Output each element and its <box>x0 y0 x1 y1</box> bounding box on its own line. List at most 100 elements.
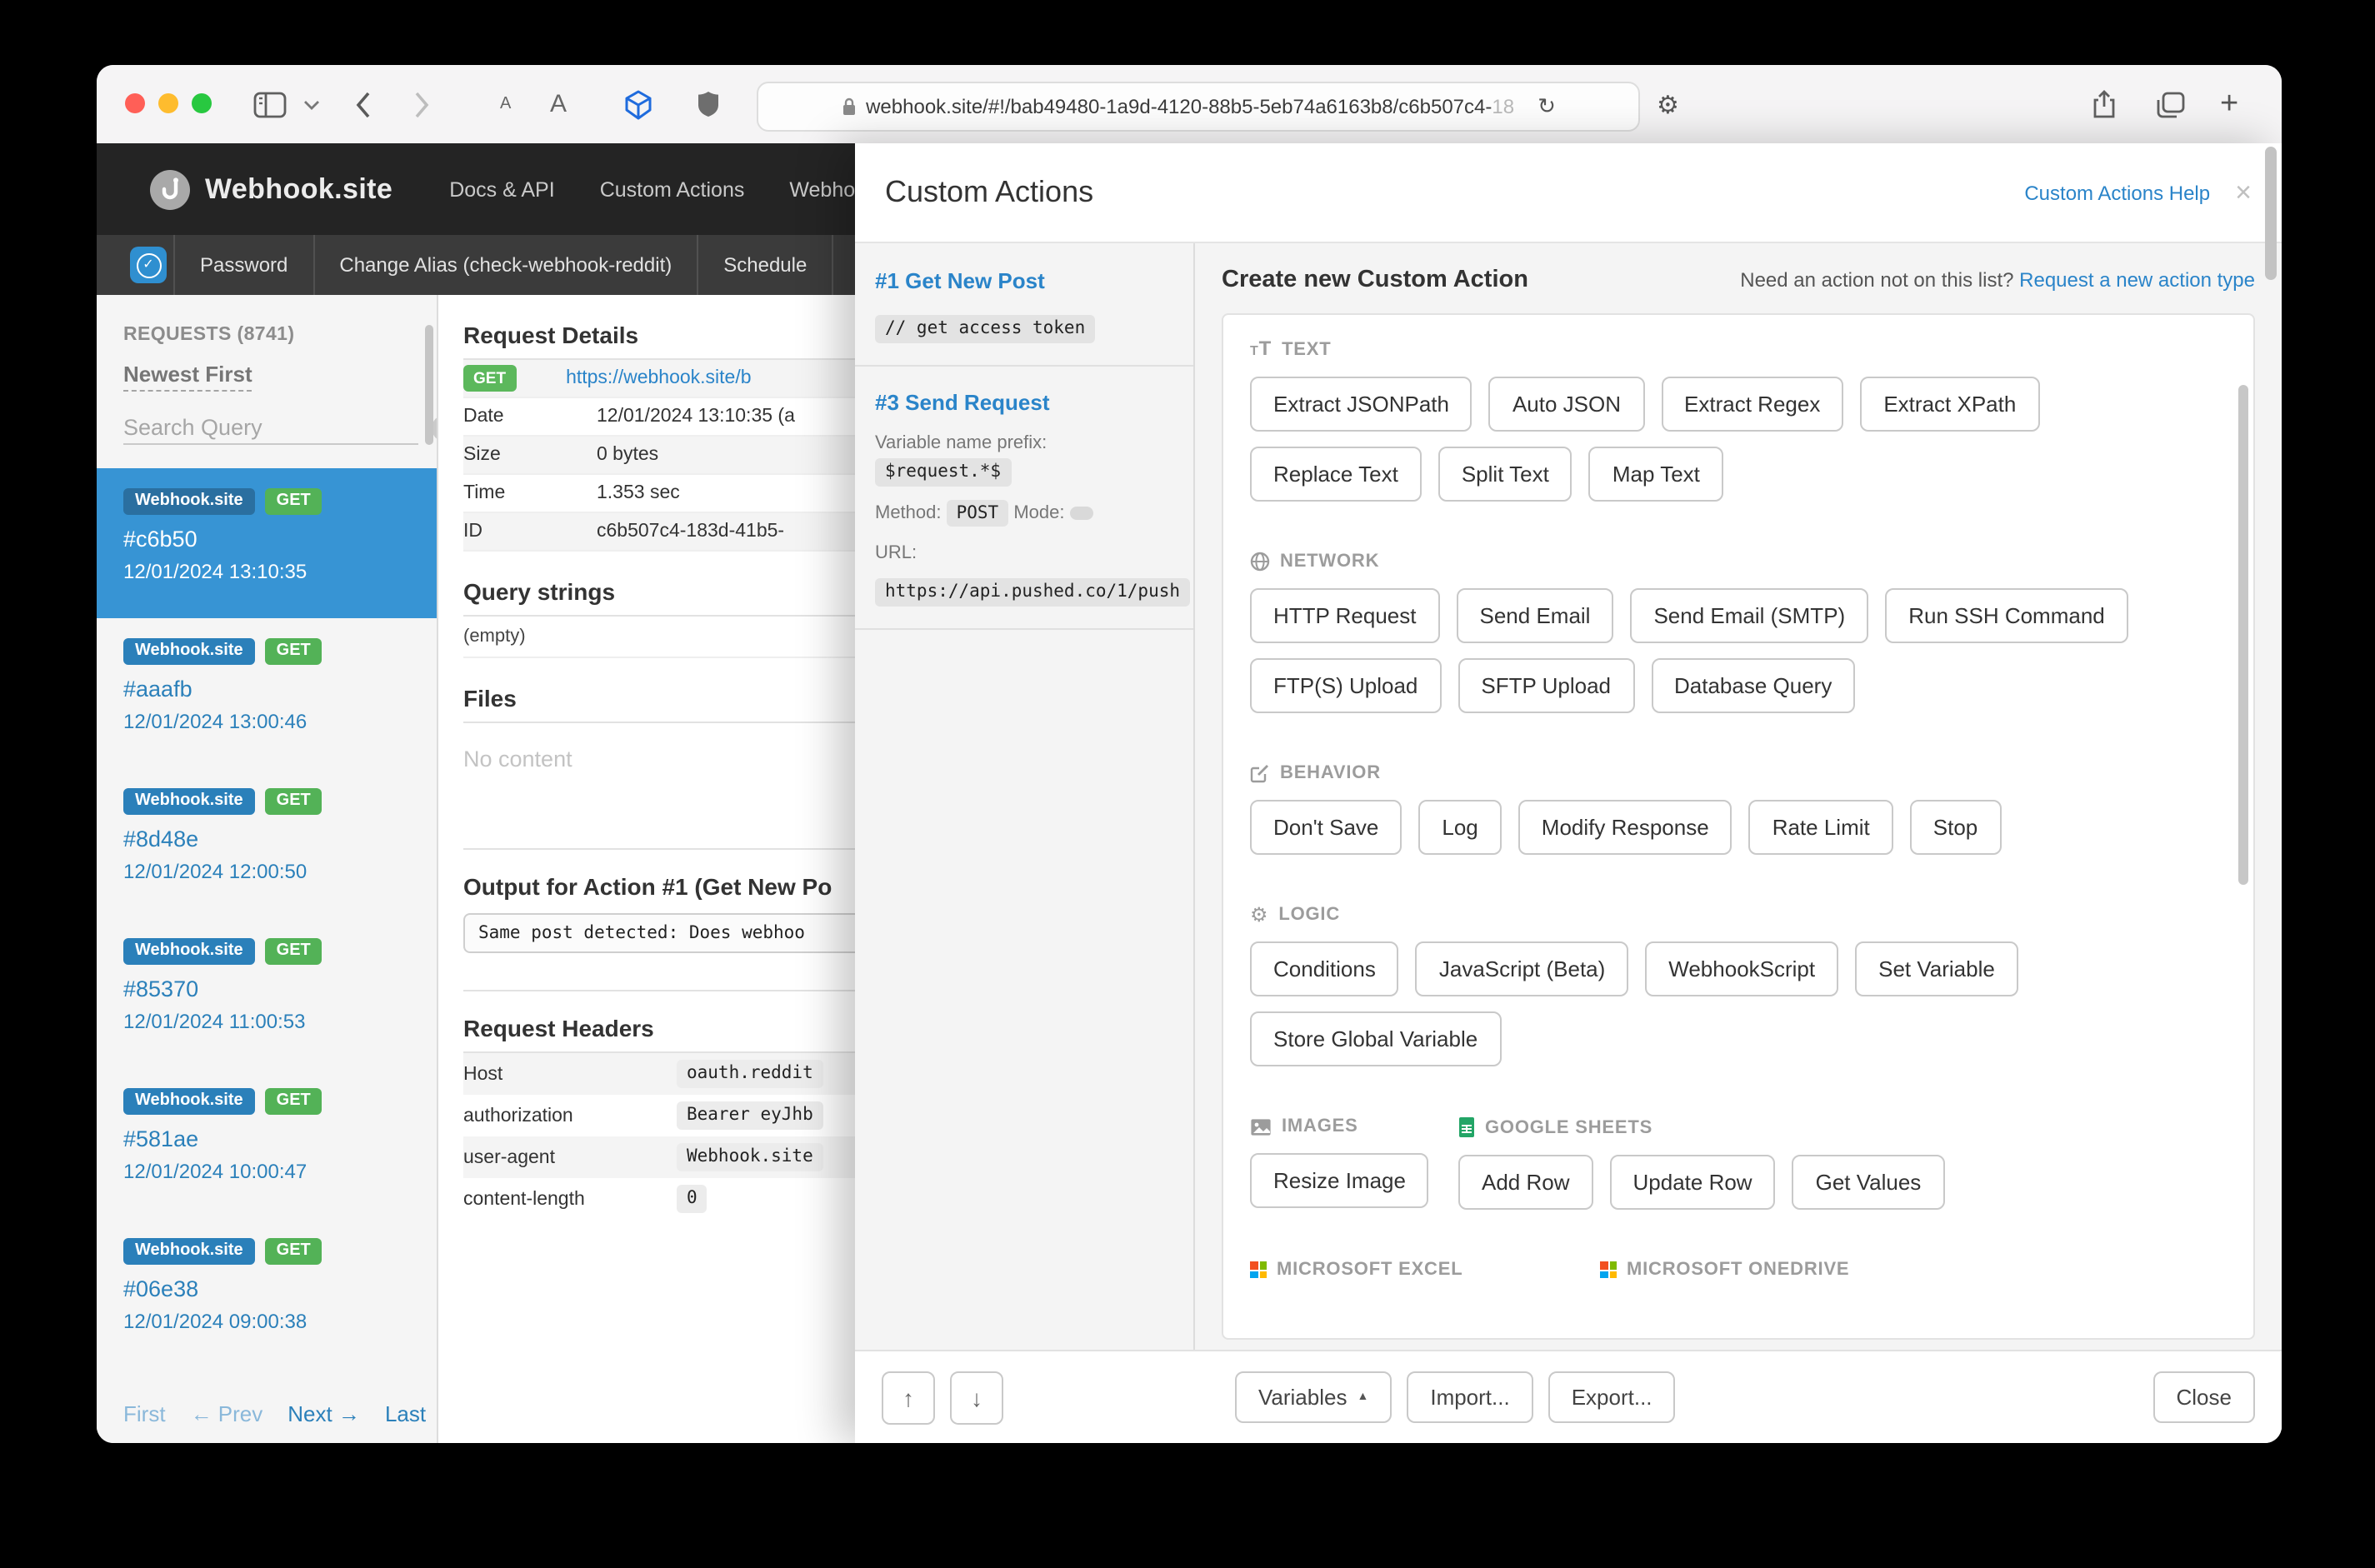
action-1-link[interactable]: #1 Get New Post <box>875 268 1045 293</box>
close-icon[interactable]: × <box>2235 178 2252 207</box>
move-up-button[interactable]: ↑ <box>882 1371 935 1424</box>
action-type-webhookscript[interactable]: WebhookScript <box>1645 941 1839 996</box>
new-tab-button[interactable]: + <box>2220 65 2238 143</box>
action-type-ftp-s-upload[interactable]: FTP(S) Upload <box>1250 658 1442 713</box>
action-type-run-ssh-command[interactable]: Run SSH Command <box>1885 588 2128 643</box>
request-id-link[interactable]: #8d48e <box>123 826 410 851</box>
pagination-first[interactable]: First <box>123 1401 166 1426</box>
action-type-log[interactable]: Log <box>1418 800 1502 855</box>
action-type-auto-json[interactable]: Auto JSON <box>1488 377 1645 432</box>
action-type-stop[interactable]: Stop <box>1909 800 2002 855</box>
share-icon[interactable] <box>2092 65 2117 143</box>
request-id-link[interactable]: #581ae <box>123 1126 410 1151</box>
action-type-http-request[interactable]: HTTP Request <box>1250 588 1440 643</box>
action-type-set-variable[interactable]: Set Variable <box>1855 941 2018 996</box>
search-input[interactable] <box>123 412 418 445</box>
back-button[interactable] <box>355 65 372 143</box>
action-type-add-row[interactable]: Add Row <box>1458 1155 1593 1210</box>
action-type-resize-image[interactable]: Resize Image <box>1250 1153 1429 1208</box>
export-button[interactable]: Export... <box>1548 1371 1676 1423</box>
request-list-item[interactable]: Webhook.site GET #aaafb 12/01/2024 13:00… <box>97 618 437 768</box>
globe-icon <box>1250 552 1270 572</box>
request-list-item[interactable]: Webhook.site GET #c6b50 12/01/2024 13:10… <box>97 468 437 618</box>
request-url-link[interactable]: https://webhook.site/b <box>566 368 857 388</box>
request-action-type-link[interactable]: Request a new action type <box>2019 268 2255 292</box>
chevron-down-icon[interactable] <box>303 65 320 143</box>
sort-dropdown[interactable]: Newest First <box>123 362 252 392</box>
action-3-link[interactable]: #3 Send Request <box>875 389 1050 414</box>
request-list-item[interactable]: Webhook.site GET #8d48e 12/01/2024 12:00… <box>97 768 437 918</box>
close-window-button[interactable] <box>125 93 145 113</box>
settings-gear-icon[interactable]: ⚙ <box>1657 65 1679 143</box>
action-type-get-values[interactable]: Get Values <box>1792 1155 1945 1210</box>
custom-actions-help-link[interactable]: Custom Actions Help <box>2024 181 2210 204</box>
action-type-javascript-beta[interactable]: JavaScript (Beta) <box>1415 941 1629 996</box>
request-timestamp: 12/01/2024 11:00:53 <box>123 1010 306 1033</box>
import-button[interactable]: Import... <box>1407 1371 1533 1423</box>
action-type-database-query[interactable]: Database Query <box>1651 658 1856 713</box>
action-type-send-email[interactable]: Send Email <box>1456 588 1614 643</box>
subnav-item-change-alias-check-webhook-reddit[interactable]: Change Alias (check-webhook-reddit) <box>314 253 697 277</box>
action-type-send-email-smtp[interactable]: Send Email (SMTP) <box>1630 588 1869 643</box>
request-id-link[interactable]: #aaafb <box>123 677 410 702</box>
action-type-extract-xpath[interactable]: Extract XPath <box>1860 377 2040 432</box>
brand[interactable]: Webhook.site <box>150 169 392 209</box>
pagination-next[interactable]: Next → <box>288 1401 360 1426</box>
request-list-item[interactable]: Webhook.site GET #06e38 12/01/2024 09:00… <box>97 1218 437 1368</box>
source-badge: Webhook.site <box>123 788 255 815</box>
request-id-link[interactable]: #85370 <box>123 976 410 1001</box>
sidebar-toggle-icon[interactable] <box>253 65 287 143</box>
forward-button[interactable] <box>413 65 430 143</box>
section-label-excel: MICROSOFT EXCEL <box>1250 1260 1600 1280</box>
tab-overview-icon[interactable] <box>2157 65 2185 143</box>
card-scrollbar[interactable] <box>2238 385 2248 885</box>
move-down-button[interactable]: ↓ <box>950 1371 1003 1424</box>
shield-icon[interactable] <box>697 65 720 143</box>
page-scrollbar[interactable] <box>2265 147 2277 280</box>
section-images: IMAGES Resize Image <box>1250 1116 1458 1210</box>
close-button[interactable]: Close <box>2152 1371 2255 1423</box>
sidebar-scrollbar[interactable] <box>425 325 433 445</box>
header-value: 0 <box>677 1185 708 1213</box>
address-bar[interactable]: webhook.site/#!/bab49480-1a9d-4120-88b5-… <box>757 82 1640 132</box>
action-type-sftp-upload[interactable]: SFTP Upload <box>1458 658 1634 713</box>
section-title: MICROSOFT ONEDRIVE <box>1627 1260 1850 1280</box>
action-type-modify-response[interactable]: Modify Response <box>1518 800 1732 855</box>
request-id-link[interactable]: #c6b50 <box>123 527 410 552</box>
action-type-update-row[interactable]: Update Row <box>1609 1155 1776 1210</box>
nav-link-docs-api[interactable]: Docs & API <box>449 177 554 201</box>
action-type-extract-jsonpath[interactable]: Extract JSONPath <box>1250 377 1472 432</box>
extension-cube-icon[interactable] <box>623 65 653 143</box>
action-type-rate-limit[interactable]: Rate Limit <box>1748 800 1893 855</box>
action-type-replace-text[interactable]: Replace Text <box>1250 447 1422 502</box>
action-type-store-global-variable[interactable]: Store Global Variable <box>1250 1011 1502 1066</box>
mode-toggle[interactable] <box>1069 506 1093 520</box>
table-row: user-agent Webhook.site <box>463 1136 857 1178</box>
decrease-text-size-button[interactable]: A <box>500 65 511 143</box>
modal-title: Custom Actions <box>885 175 1094 208</box>
action-type-map-text[interactable]: Map Text <box>1588 447 1723 502</box>
header-value: Webhook.site <box>677 1143 823 1171</box>
pagination-prev[interactable]: ← Prev <box>191 1401 263 1426</box>
request-details-title: Request Details <box>463 322 639 348</box>
section-text: TT TEXT Extract JSONPath Auto JSON Extract R… <box>1250 338 2227 502</box>
table-row: content-length 0 <box>463 1178 857 1220</box>
request-list-item[interactable]: Webhook.site GET #581ae 12/01/2024 10:00… <box>97 1068 437 1218</box>
requests-sidebar: REQUESTS (8741) Newest First ? Webhook.s… <box>97 295 438 1443</box>
request-id-link[interactable]: #06e38 <box>123 1276 410 1301</box>
zoom-window-button[interactable] <box>192 93 212 113</box>
minimize-window-button[interactable] <box>158 93 178 113</box>
nav-link-custom-actions[interactable]: Custom Actions <box>600 177 745 201</box>
action-type-conditions[interactable]: Conditions <box>1250 941 1399 996</box>
subnav-item-password[interactable]: Password <box>175 253 312 277</box>
status-check-button[interactable]: ✓ <box>130 247 167 283</box>
pagination-last[interactable]: Last <box>385 1401 426 1426</box>
reload-icon[interactable]: ↻ <box>1538 93 1556 120</box>
request-list-item[interactable]: Webhook.site GET #85370 12/01/2024 11:00… <box>97 918 437 1068</box>
increase-text-size-button[interactable]: A <box>550 65 567 143</box>
action-type-don-t-save[interactable]: Don't Save <box>1250 800 1402 855</box>
subnav-item-schedule[interactable]: Schedule <box>698 253 832 277</box>
variables-button[interactable]: Variables ▲ <box>1235 1371 1392 1423</box>
action-type-split-text[interactable]: Split Text <box>1438 447 1572 502</box>
action-type-extract-regex[interactable]: Extract Regex <box>1661 377 1844 432</box>
